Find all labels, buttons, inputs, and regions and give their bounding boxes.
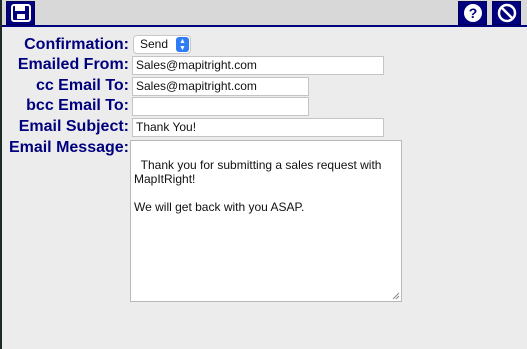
cc-email-row: cc Email To: Sales@mapitright.com xyxy=(2,76,527,96)
prohibited-icon xyxy=(497,3,516,23)
subject-row: Email Subject: Thank You! xyxy=(2,117,527,137)
select-arrows-icon: ▲ ▼ xyxy=(176,37,189,52)
confirmation-select[interactable]: Send ▲ ▼ xyxy=(133,35,191,54)
emailed-from-row: Emailed From: Sales@mapitright.com xyxy=(2,55,527,75)
svg-text:?: ? xyxy=(468,5,477,21)
confirmation-label: Confirmation: xyxy=(24,36,129,53)
floppy-disk-icon xyxy=(10,4,31,22)
message-label: Email Message: xyxy=(8,139,129,156)
bcc-email-field[interactable] xyxy=(132,97,309,116)
subject-label: Email Subject: xyxy=(18,118,129,135)
cancel-button[interactable] xyxy=(492,1,521,25)
message-textarea[interactable]: Thank you for submitting a sales request… xyxy=(130,140,402,302)
question-mark-icon: ? xyxy=(463,4,482,22)
emailed-from-label: Emailed From: xyxy=(17,56,129,73)
subject-field[interactable]: Thank You! xyxy=(132,118,384,137)
emailed-from-field[interactable]: Sales@mapitright.com xyxy=(132,56,384,75)
bcc-email-row: bcc Email To: xyxy=(2,96,527,116)
cc-email-field[interactable]: Sales@mapitright.com xyxy=(132,77,309,96)
bcc-email-label: bcc Email To: xyxy=(26,97,129,114)
confirmation-row: Confirmation: Send ▲ ▼ xyxy=(2,35,527,55)
cc-email-label: cc Email To: xyxy=(35,77,129,94)
resize-grip-icon[interactable] xyxy=(392,292,400,300)
message-text: Thank you for submitting a sales request… xyxy=(134,158,382,214)
save-button[interactable] xyxy=(6,1,35,25)
confirmation-value: Send xyxy=(140,37,169,51)
help-button[interactable]: ? xyxy=(458,1,487,25)
toolbar: ? xyxy=(2,0,527,27)
